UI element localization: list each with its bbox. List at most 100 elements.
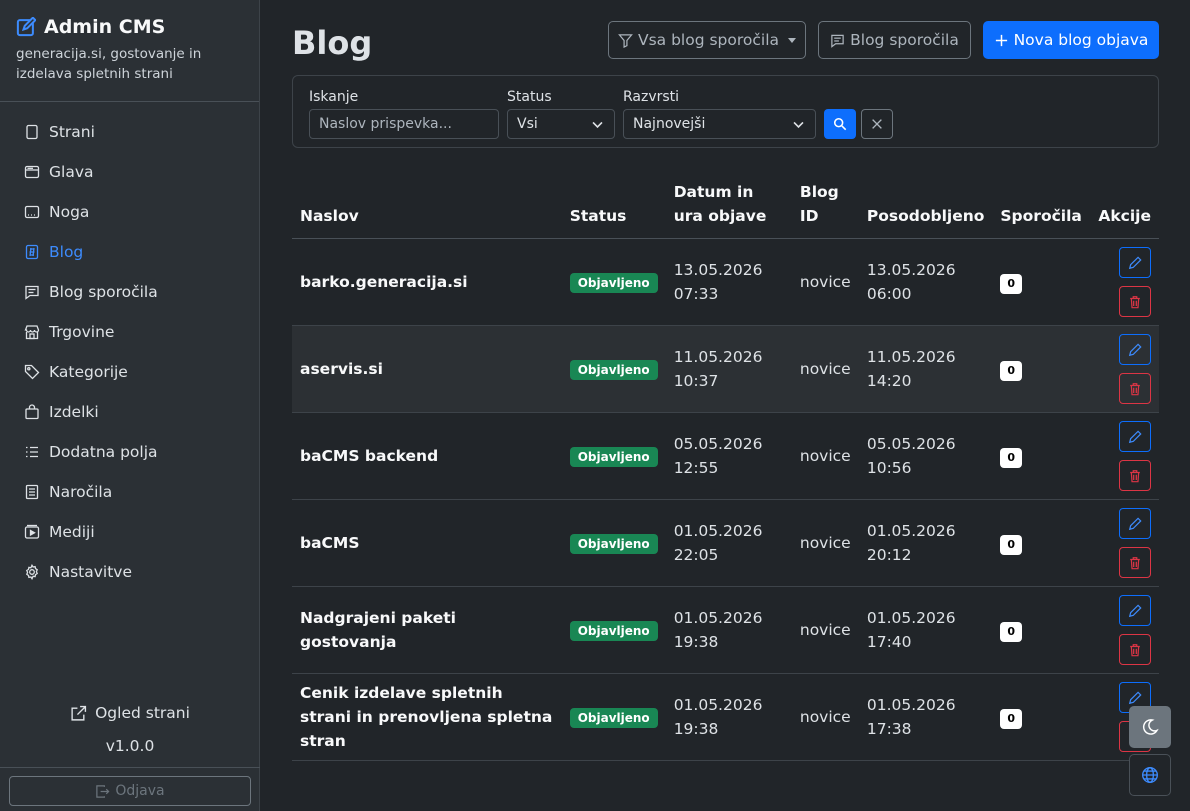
post-published-cell: 13.05.2026 07:33 [665,238,792,326]
updated-time: 06:00 [866,285,912,303]
published-time: 19:38 [673,633,719,651]
delete-button[interactable] [1119,286,1151,317]
blog-messages-filter-dropdown[interactable]: Vsa blog sporočila [608,21,806,59]
post-blog-id: novice [791,673,859,761]
status-badge: Objavljeno [569,273,658,293]
post-updated-cell: 01.05.2026 17:40 [858,586,993,674]
updated-date: 01.05.2026 [866,609,956,627]
table-header-row: Naslov Status Datum in ura objave Blog I… [292,172,1159,239]
chevron-down-icon [793,121,804,128]
post-title[interactable]: aservis.si [292,325,562,413]
column-header-messages[interactable]: Sporočila [992,172,1091,239]
published-date: 11.05.2026 [673,348,763,366]
media-icon [24,524,40,539]
post-actions-cell [1090,238,1159,326]
post-title[interactable]: barko.generacija.si [292,238,562,326]
view-site-link[interactable]: Ogled strani [0,704,260,722]
moon-icon [1142,719,1159,735]
post-blog-id: novice [791,325,859,413]
sidebar-item-nastavitve[interactable]: Nastavitve [0,552,259,592]
edit-button[interactable] [1119,595,1151,626]
clear-filters-button[interactable] [861,109,893,139]
status-label: Status [507,89,552,105]
column-header-published[interactable]: Datum in ura objave [665,172,792,239]
page-title: Blog [292,24,373,62]
sidebar-item-kategorije[interactable]: Kategorije [0,352,259,392]
sidebar-item-label: Nastavitve [49,563,133,581]
pencil-icon [1128,429,1142,443]
sidebar-item-label: Izdelki [49,403,99,421]
delete-button[interactable] [1119,460,1151,491]
shop-icon [24,325,40,340]
logout-button[interactable]: Odjava [9,776,251,806]
sidebar: Admin CMS generacija.si, gostovanje in i… [0,0,260,811]
status-select[interactable]: Vsi [507,109,615,139]
pencil-square-icon [16,17,36,37]
sidebar-item-trgovine[interactable]: Trgovine [0,312,259,352]
search-input[interactable]: Naslov prispevka... [309,109,499,139]
delete-button[interactable] [1119,547,1151,578]
sidebar-item-label: Mediji [49,523,95,541]
edit-button[interactable] [1119,508,1151,539]
updated-time: 17:40 [866,633,912,651]
blog-messages-button[interactable]: Blog sporočila [818,21,971,59]
message-icon [831,34,844,48]
sidebar-item-mediji[interactable]: Mediji [0,512,259,552]
post-title[interactable]: Nadgrajeni paketi gostovanja [292,586,562,674]
sort-select[interactable]: Najnovejši [623,109,816,139]
file-icon [26,124,38,140]
post-title[interactable]: baCMS [292,499,562,587]
theme-toggle-button[interactable] [1129,706,1171,748]
funnel-icon [618,33,633,48]
sidebar-item-blog-sporocila[interactable]: Blog sporočila [0,272,259,312]
column-header-title[interactable]: Naslov [292,172,562,239]
sidebar-item-noga[interactable]: Noga [0,192,259,232]
status-badge: Objavljeno [569,534,658,554]
new-blog-post-label: Nova blog objava [1013,31,1149,49]
sidebar-item-dodatna-polja[interactable]: Dodatna polja [0,432,259,472]
language-button[interactable] [1129,754,1171,796]
post-published-cell: 01.05.2026 22:05 [665,499,792,587]
sidebar-item-izdelki[interactable]: Izdelki [0,392,259,432]
column-header-updated[interactable]: Posodobljeno [858,172,993,239]
close-icon [872,119,882,129]
updated-date: 13.05.2026 [866,261,956,279]
window-icon [24,165,40,179]
sidebar-item-narocila[interactable]: Naročila [0,472,259,512]
column-header-blog-id[interactable]: Blog ID [791,172,859,239]
column-header-status[interactable]: Status [561,172,666,239]
search-icon [833,117,847,131]
column-header-actions: Akcije [1090,172,1159,239]
blog-messages-label: Blog sporočila [850,31,959,49]
delete-button[interactable] [1119,373,1151,404]
table-row: Cenik izdelave spletnih strani in prenov… [292,673,1159,761]
search-button[interactable] [824,109,856,139]
post-updated-cell: 13.05.2026 06:00 [858,238,993,326]
post-title[interactable]: Cenik izdelave spletnih strani in prenov… [292,673,562,761]
table-row: Nadgrajeni paketi gostovanja Objavljeno … [292,586,1159,674]
updated-time: 20:12 [866,546,912,564]
messages-count-badge: 0 [1000,448,1023,468]
status-badge: Objavljeno [569,360,658,380]
caret-down-icon [788,37,797,43]
status-badge: Objavljeno [569,447,658,467]
edit-button[interactable] [1119,334,1151,365]
sidebar-item-label: Dodatna polja [49,443,158,461]
delete-button[interactable] [1119,634,1151,665]
sidebar-item-glava[interactable]: Glava [0,152,259,192]
post-actions-cell [1090,412,1159,500]
trash-icon [1130,556,1140,569]
edit-button[interactable] [1119,421,1151,452]
post-title[interactable]: baCMS backend [292,412,562,500]
status-select-value: Vsi [517,116,538,132]
sidebar-item-strani[interactable]: Strani [0,112,259,152]
sidebar-item-label: Strani [49,123,95,141]
edit-button[interactable] [1119,247,1151,278]
table-row: aservis.si Objavljeno 11.05.2026 10:37 no… [292,325,1159,413]
new-blog-post-button[interactable]: Nova blog objava [983,21,1159,59]
updated-date: 01.05.2026 [866,522,956,540]
published-date: 01.05.2026 [673,609,763,627]
table-row: barko.generacija.si Objavljeno 13.05.202… [292,238,1159,326]
sidebar-item-blog[interactable]: Blog [0,232,259,272]
brand-title[interactable]: Admin CMS [16,16,243,38]
